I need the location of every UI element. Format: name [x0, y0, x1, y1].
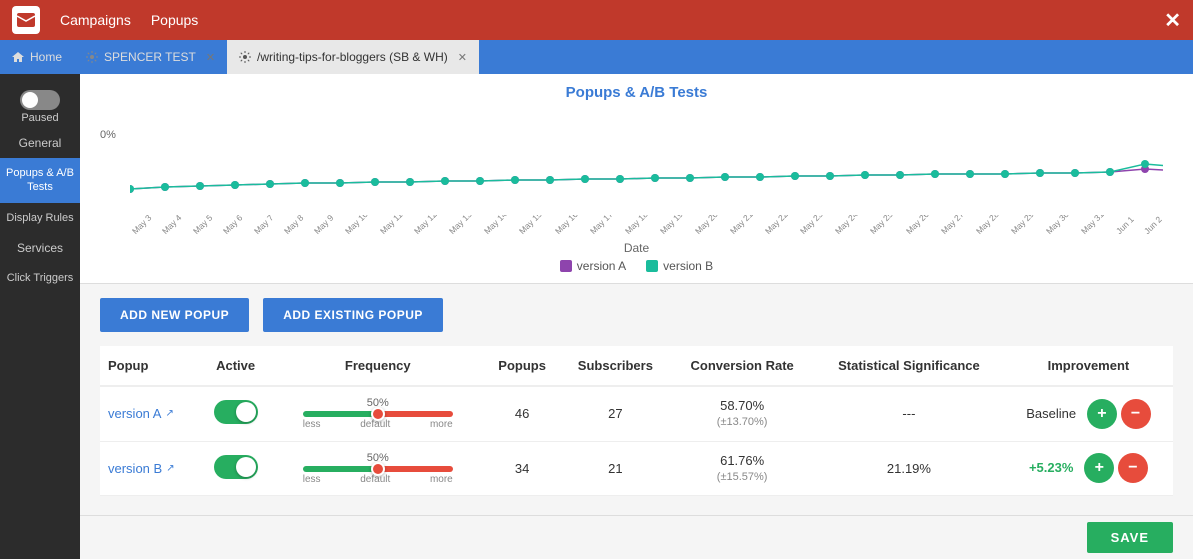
content-area: Popups & A/B Tests 0% — [80, 74, 1193, 559]
tab-writing-close[interactable]: ✕ — [458, 51, 467, 64]
col-conversion: Conversion Rate — [670, 346, 814, 386]
sidebar-item-display-rules[interactable]: Display Rules — [0, 203, 80, 233]
chart-container: 0% — [100, 109, 1173, 239]
improvement-b: +5.23% + − — [1004, 441, 1173, 496]
slider-track-a[interactable] — [303, 411, 453, 417]
active-toggle-a[interactable] — [214, 400, 258, 424]
external-link-icon-a: ↗ — [165, 408, 173, 419]
col-popups: Popups — [484, 346, 561, 386]
stat-sig-a: --- — [814, 386, 1004, 441]
active-cell-a — [199, 386, 271, 441]
save-bar: SAVE — [80, 515, 1193, 559]
col-subscribers: Subscribers — [560, 346, 670, 386]
col-frequency: Frequency — [272, 346, 484, 386]
paused-toggle[interactable] — [20, 90, 60, 110]
tab-spencer-close[interactable]: ✕ — [206, 51, 215, 64]
popup-name-b: version B ↗ — [100, 441, 199, 496]
table-row: version A ↗ 50% — [100, 386, 1173, 441]
popup-name-a: version A ↗ — [100, 386, 199, 441]
active-toggle-b[interactable] — [214, 455, 258, 479]
col-popup: Popup — [100, 346, 199, 386]
remove-button-a[interactable]: − — [1121, 399, 1151, 429]
legend-dot-a — [560, 260, 572, 272]
stat-sig-b: 21.19% — [814, 441, 1004, 496]
home-icon — [12, 51, 24, 63]
tab-spencer[interactable]: SPENCER TEST ✕ — [74, 40, 227, 74]
col-improvement: Improvement — [1004, 346, 1173, 386]
subscribers-count-b: 21 — [560, 441, 670, 496]
slider-thumb-a[interactable] — [371, 407, 385, 421]
slider-track-b[interactable] — [303, 466, 453, 472]
external-link-icon-b: ↗ — [166, 463, 174, 474]
version-b-link[interactable]: version B ↗ — [108, 461, 191, 476]
settings-icon-2 — [239, 51, 251, 63]
add-new-popup-button[interactable]: ADD NEW POPUP — [100, 298, 249, 332]
legend-dot-b — [646, 260, 658, 272]
toggle-knob-a — [236, 402, 256, 422]
active-cell-b — [199, 441, 271, 496]
add-button-a[interactable]: + — [1087, 399, 1117, 429]
legend-version-b: version B — [646, 259, 713, 273]
window-close-button[interactable]: ✕ — [1164, 8, 1181, 33]
paused-label: Paused — [21, 112, 58, 124]
chart-section: Popups & A/B Tests 0% — [80, 74, 1193, 284]
nav-campaigns[interactable]: Campaigns — [60, 12, 131, 28]
add-existing-popup-button[interactable]: ADD EXISTING POPUP — [263, 298, 443, 332]
chart-svg — [130, 109, 1163, 204]
slider-b: 50% less default more — [298, 452, 458, 485]
ab-tests-table: Popup Active Frequency Popups Subscriber… — [100, 346, 1173, 496]
toggle-knob-b — [236, 457, 256, 477]
table-section: Popup Active Frequency Popups Subscriber… — [80, 346, 1193, 515]
legend-version-a: version A — [560, 259, 626, 273]
popups-count-b: 34 — [484, 441, 561, 496]
chart-y-label: 0% — [100, 129, 116, 141]
settings-icon-1 — [86, 51, 98, 63]
sidebar-item-click-triggers[interactable]: Click Triggers — [0, 263, 80, 293]
title-bar: Campaigns Popups ✕ — [0, 0, 1193, 40]
sidebar-item-services[interactable]: Services — [0, 233, 80, 263]
chart-legend: version A version B — [100, 259, 1173, 273]
chart-title: Popups & A/B Tests — [100, 84, 1173, 101]
conversion-cell-b: 61.76% (±15.57%) — [670, 441, 814, 496]
tab-bar: Home SPENCER TEST ✕ /writing-tips-for-bl… — [0, 40, 1193, 74]
tab-home[interactable]: Home — [0, 40, 74, 74]
tab-writing[interactable]: /writing-tips-for-bloggers (SB & WH) ✕ — [227, 40, 479, 74]
add-button-b[interactable]: + — [1084, 453, 1114, 483]
nav-popups[interactable]: Popups — [151, 12, 198, 28]
popups-count-a: 46 — [484, 386, 561, 441]
col-active: Active — [199, 346, 271, 386]
sidebar: Paused General Popups & A/B Tests Displa… — [0, 74, 80, 559]
sidebar-item-general[interactable]: General — [0, 128, 80, 158]
save-button[interactable]: SAVE — [1087, 522, 1173, 553]
table-row: version B ↗ 50% — [100, 441, 1173, 496]
app-icon — [12, 6, 40, 34]
version-a-link[interactable]: version A ↗ — [108, 406, 191, 421]
conversion-cell-a: 58.70% (±13.70%) — [670, 386, 814, 441]
sidebar-item-popups[interactable]: Popups & A/B Tests — [0, 158, 80, 203]
date-axis: May 3 May 4 May 5 May 6 May 7 May 8 May … — [130, 215, 1163, 239]
main-layout: Paused General Popups & A/B Tests Displa… — [0, 74, 1193, 559]
buttons-row: ADD NEW POPUP ADD EXISTING POPUP — [80, 284, 1193, 346]
subscribers-count-a: 27 — [560, 386, 670, 441]
x-axis-label: Date — [100, 241, 1173, 255]
frequency-cell-b: 50% less default more — [272, 441, 484, 496]
slider-a: 50% less default more — [298, 397, 458, 430]
improvement-a: Baseline + − — [1004, 386, 1173, 441]
col-statistical: Statistical Significance — [814, 346, 1004, 386]
slider-thumb-b[interactable] — [371, 462, 385, 476]
remove-button-b[interactable]: − — [1118, 453, 1148, 483]
frequency-cell-a: 50% less default more — [272, 386, 484, 441]
